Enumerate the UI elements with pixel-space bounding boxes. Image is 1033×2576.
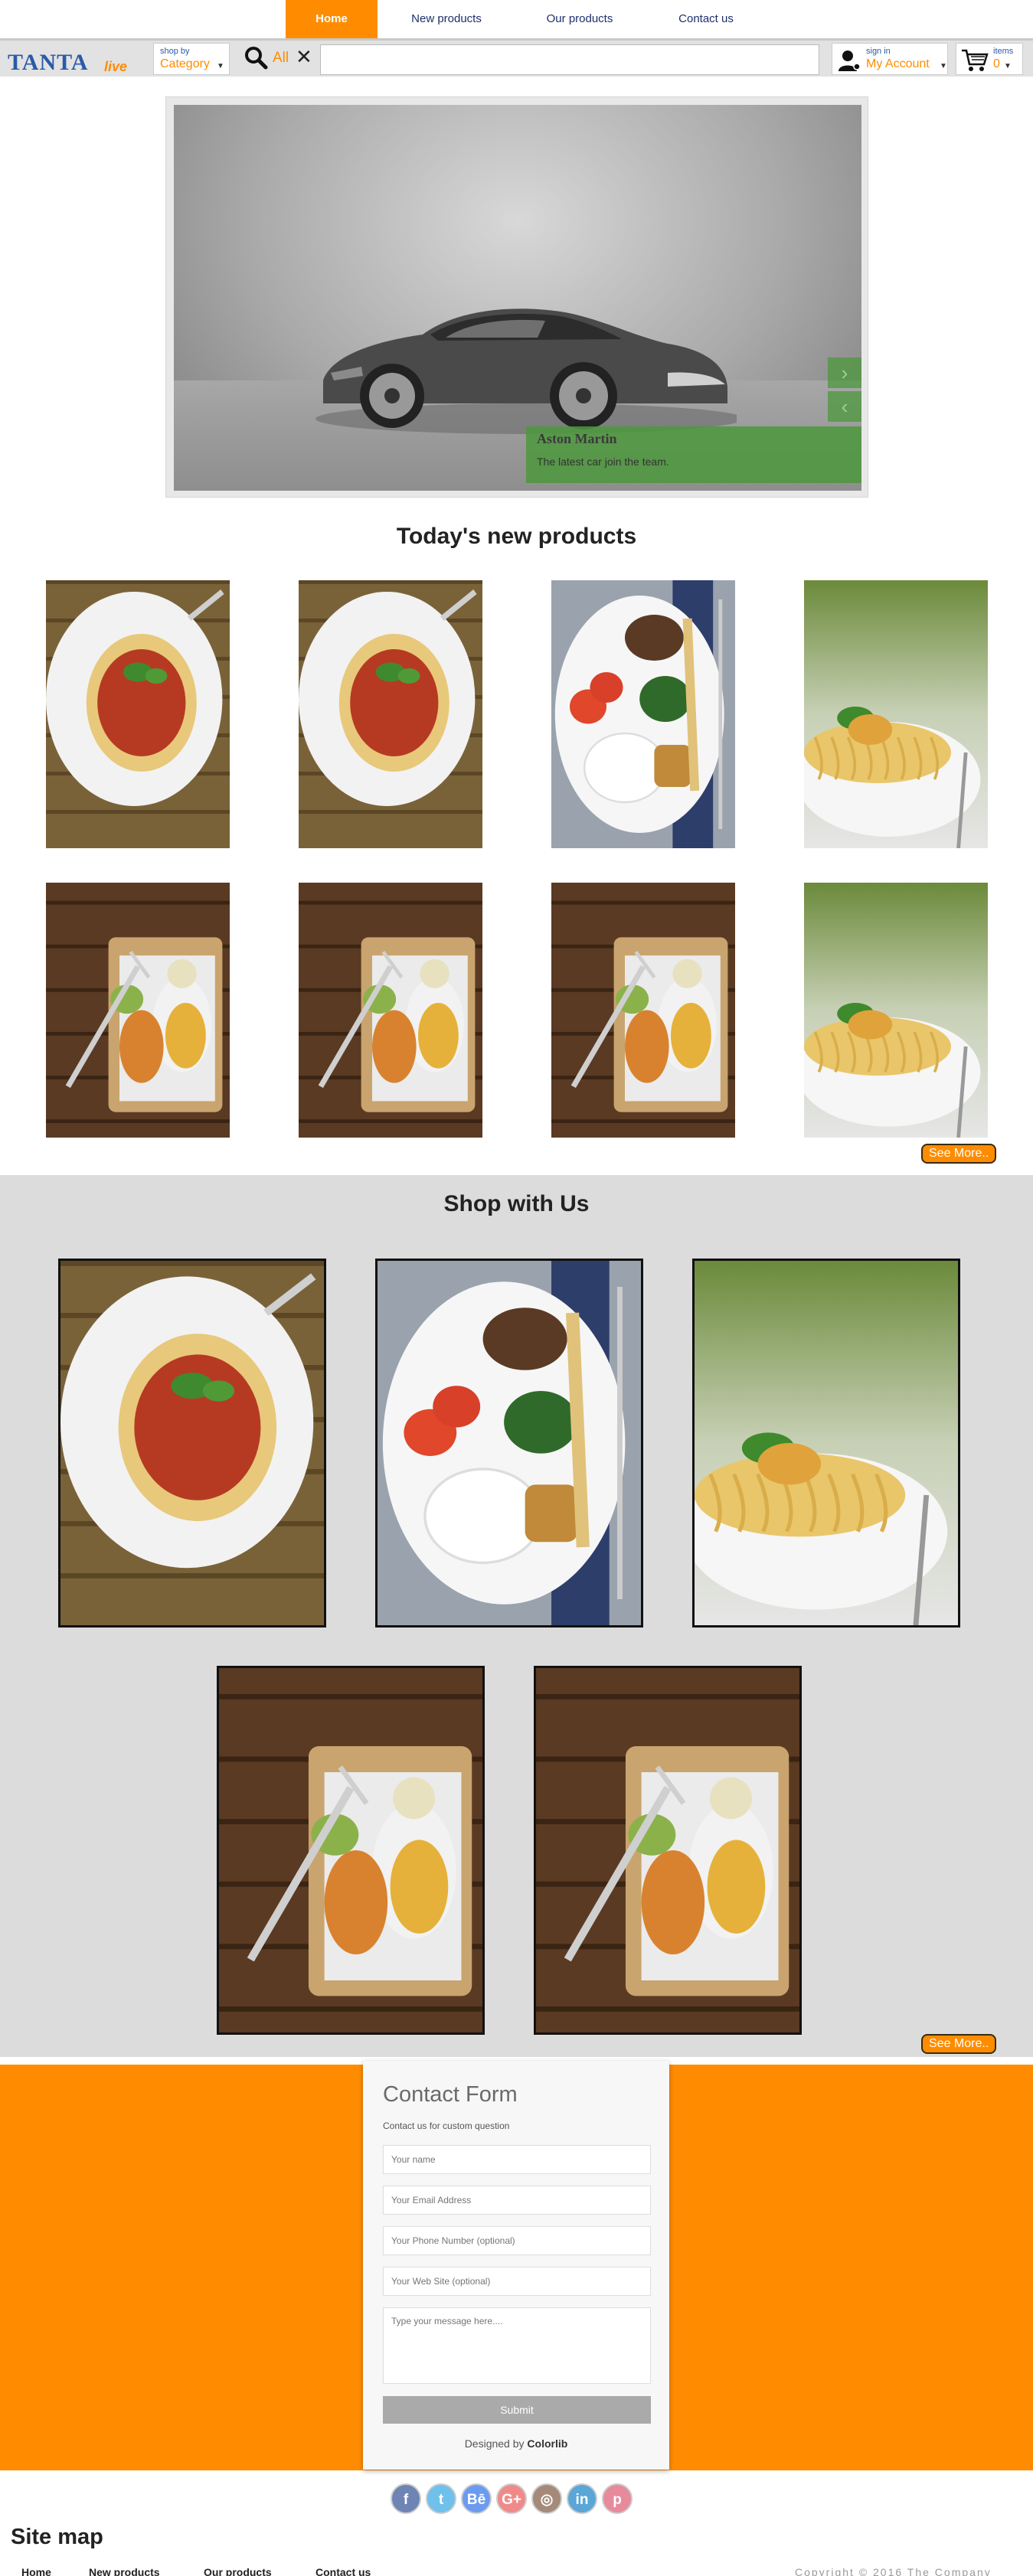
slide-caption: Aston Martin The latest car join the tea… <box>526 426 861 483</box>
category-caption: shop by <box>160 47 190 56</box>
google-plus-icon[interactable]: G+ <box>496 2483 527 2514</box>
product-image-schnitzel[interactable] <box>46 883 230 1138</box>
caret-down-icon: ▼ <box>940 62 947 70</box>
email-field[interactable] <box>383 2186 651 2215</box>
shop-image-pasta-bowl <box>695 1261 958 1625</box>
shop-image-spaghetti <box>60 1261 324 1625</box>
category-value: Category <box>160 57 210 70</box>
shop-image-schnitzel <box>536 1668 799 2032</box>
shop-title: Shop with Us <box>443 1191 590 1216</box>
caret-down-icon: ▼ <box>217 62 224 70</box>
see-more-button-shop[interactable]: See More.. <box>921 2034 997 2054</box>
sitemap-title: Site map <box>11 2525 103 2549</box>
contact-subtitle: Contact us for custom question <box>383 2121 510 2131</box>
product-image-schnitzel[interactable] <box>551 883 735 1138</box>
nav-our-products[interactable]: Our products <box>530 0 629 38</box>
carousel-next-button[interactable]: › <box>828 358 861 388</box>
designer-credit: Designed by Colorlib <box>363 2437 669 2450</box>
contact-form: Contact Form Contact us for custom quest… <box>363 2061 669 2470</box>
shop-item-schnitzel[interactable] <box>217 1666 485 2035</box>
submit-button[interactable]: Submit <box>383 2396 651 2424</box>
carousel-slide[interactable]: Aston Martin The latest car join the tea… <box>174 105 861 491</box>
top-nav: Home New products Our products Contact u… <box>0 0 1033 38</box>
logo-primary: TANTA <box>8 50 89 75</box>
nav-home[interactable]: Home <box>286 0 378 38</box>
product-image-spaghetti[interactable] <box>46 580 230 848</box>
category-dropdown[interactable]: shop by Category ▼ <box>153 43 230 75</box>
footer-link-contact-us[interactable]: Contact us <box>315 2566 371 2576</box>
nav-new-products[interactable]: New products <box>395 0 498 38</box>
account-value: My Account <box>866 57 930 70</box>
phone-field[interactable] <box>383 2226 651 2255</box>
close-icon[interactable]: ✕ <box>296 45 312 69</box>
car-image <box>308 289 744 434</box>
twitter-icon[interactable]: t <box>426 2483 456 2514</box>
see-more-button[interactable]: See More.. <box>921 1144 997 1164</box>
footer-link-new-products[interactable]: New products <box>89 2566 160 2576</box>
account-dropdown[interactable]: sign in My Account ▼ <box>832 43 948 75</box>
carousel: Aston Martin The latest car join the tea… <box>165 96 868 498</box>
search-scope[interactable]: All <box>273 50 289 67</box>
linkedin-icon[interactable]: in <box>567 2483 597 2514</box>
user-icon <box>837 48 861 73</box>
shop-item-schnitzel[interactable] <box>534 1666 802 2035</box>
header-bar: TANTA live shop by Category ▼ All ✕ sign… <box>0 38 1033 77</box>
logo-secondary: live <box>104 59 128 74</box>
product-image-breakfast[interactable] <box>551 580 735 848</box>
account-caption: sign in <box>866 47 891 56</box>
pinterest-icon[interactable]: p <box>602 2483 633 2514</box>
cart-caption: items <box>993 47 1014 56</box>
instagram-icon[interactable]: ◎ <box>531 2483 562 2514</box>
credit-link[interactable]: Colorlib <box>527 2437 567 2450</box>
shop-item-spaghetti[interactable] <box>58 1259 326 1628</box>
search-icon[interactable] <box>244 45 268 70</box>
message-field[interactable] <box>383 2307 651 2384</box>
shop-item-pasta-bowl[interactable] <box>692 1259 960 1628</box>
caret-down-icon: ▼ <box>1004 62 1012 70</box>
cart-dropdown[interactable]: items 0 ▼ <box>956 43 1023 75</box>
shop-image-breakfast <box>378 1261 641 1625</box>
footer-link-our-products[interactable]: Our products <box>204 2566 272 2576</box>
cart-icon <box>961 48 989 73</box>
nav-contact-us[interactable]: Contact us <box>662 0 750 38</box>
shop-image-schnitzel <box>219 1668 482 2032</box>
credit-prefix: Designed by <box>464 2437 528 2450</box>
caption-text: The latest car join the team. <box>537 455 669 468</box>
carousel-prev-button[interactable]: ‹ <box>828 391 861 422</box>
website-field[interactable] <box>383 2267 651 2296</box>
social-links: f t Bē G+ ◎ in p <box>391 2483 636 2516</box>
cart-count: 0 <box>993 57 1000 70</box>
product-image-schnitzel[interactable] <box>299 883 482 1138</box>
contact-title: Contact Form <box>383 2082 518 2107</box>
search-input[interactable] <box>320 44 819 75</box>
copyright: Copyright © 2016 The Company <box>795 2566 992 2576</box>
caption-title: Aston Martin <box>537 431 617 446</box>
facebook-icon[interactable]: f <box>391 2483 421 2514</box>
name-field[interactable] <box>383 2145 651 2174</box>
product-image-spaghetti[interactable] <box>299 580 482 848</box>
behance-icon[interactable]: Bē <box>461 2483 492 2514</box>
new-products-title: Today's new products <box>396 524 637 549</box>
logo[interactable]: TANTA live <box>8 45 145 76</box>
product-image-pasta-bowl[interactable] <box>804 883 988 1138</box>
footer-link-home[interactable]: Home <box>21 2566 51 2576</box>
product-image-pasta-bowl[interactable] <box>804 580 988 848</box>
shop-item-breakfast[interactable] <box>375 1259 643 1628</box>
